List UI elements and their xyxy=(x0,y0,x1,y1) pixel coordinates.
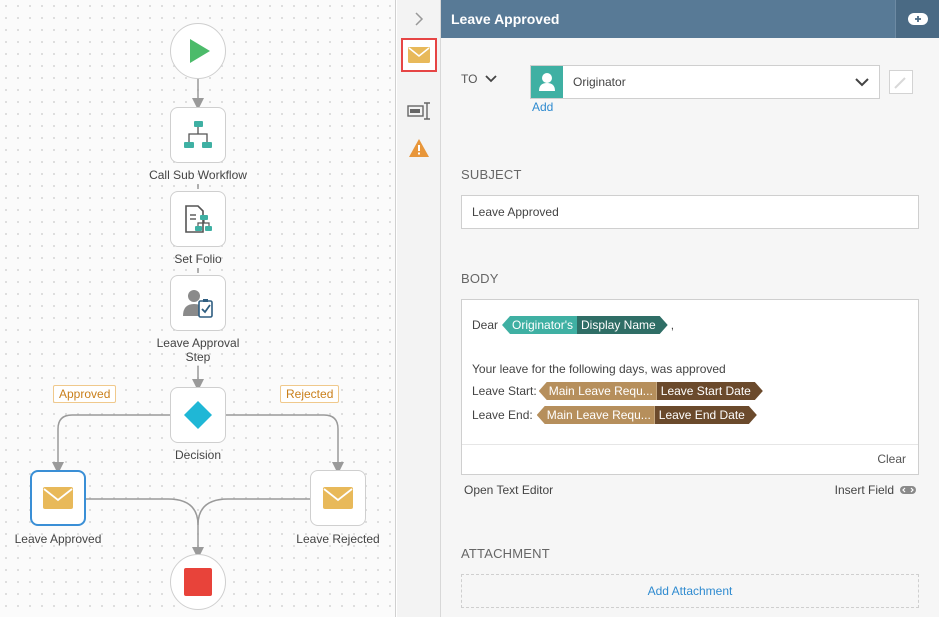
leave-approval-step-node[interactable] xyxy=(170,275,226,331)
warning-icon xyxy=(409,139,429,157)
subject-title: SUBJECT xyxy=(461,167,522,182)
to-recipient-selector[interactable]: TO xyxy=(461,72,498,86)
token-source: Originator's xyxy=(502,316,577,334)
add-circle-icon xyxy=(907,13,928,25)
chevron-down-icon xyxy=(485,75,498,83)
panel-title: Leave Approved xyxy=(451,11,560,27)
user-task-icon xyxy=(183,290,213,318)
workflow-canvas[interactable]: Call Sub Workflow Set Folio Leave Approv… xyxy=(0,0,396,617)
to-recipient-dropdown[interactable]: Originator xyxy=(530,65,880,99)
leave-approved-label: Leave Approved xyxy=(14,532,102,546)
call-sub-workflow-node[interactable] xyxy=(170,107,226,163)
approved-branch-tag: Approved xyxy=(53,385,117,403)
header-add-button[interactable] xyxy=(895,0,939,38)
leave-start-date-token[interactable]: Main Leave Requ... Leave Start Date xyxy=(538,382,763,400)
decision-label: Decision xyxy=(174,448,222,462)
leave-start-label: Leave Start: xyxy=(472,384,537,398)
to-label: TO xyxy=(461,72,478,86)
envelope-icon xyxy=(323,487,353,509)
envelope-icon xyxy=(43,487,73,509)
subject-input[interactable]: Leave Approved xyxy=(461,195,919,229)
set-folio-node[interactable] xyxy=(170,191,226,247)
body-editor[interactable]: Dear Originator's Display Name , Your le… xyxy=(461,299,919,475)
token-source: Main Leave Requ... xyxy=(536,406,655,424)
end-node[interactable] xyxy=(170,554,226,610)
chevron-right-icon xyxy=(415,12,424,26)
chevron-down-icon xyxy=(855,78,869,87)
user-avatar-icon xyxy=(531,66,563,98)
email-properties-panel: Leave Approved TO Originator Add SUBJECT… xyxy=(441,0,939,617)
open-text-editor-link[interactable]: Open Text Editor xyxy=(464,483,553,497)
originator-display-name-token[interactable]: Originator's Display Name xyxy=(502,316,668,334)
token-field: Display Name xyxy=(577,316,668,334)
leave-approved-node[interactable] xyxy=(30,470,86,526)
decision-node[interactable] xyxy=(170,387,226,443)
leave-rejected-label: Leave Rejected xyxy=(296,532,380,546)
properties-toolstrip xyxy=(397,0,441,617)
text-properties-tab[interactable] xyxy=(401,94,437,128)
token-field: Leave Start Date xyxy=(657,382,763,400)
insert-field-icon xyxy=(900,486,916,494)
set-folio-icon xyxy=(185,205,212,233)
call-sub-workflow-label: Call Sub Workflow xyxy=(149,168,247,182)
collapse-panel-button[interactable] xyxy=(401,2,437,36)
clear-body-button[interactable]: Clear xyxy=(877,452,906,466)
body-line: Your leave for the following days, was a… xyxy=(472,362,726,376)
leave-end-date-token[interactable]: Main Leave Requ... Leave End Date xyxy=(536,406,757,424)
panel-header: Leave Approved xyxy=(441,0,939,38)
add-attachment-link[interactable]: Add Attachment xyxy=(648,584,733,598)
envelope-icon xyxy=(408,47,430,63)
warnings-tab[interactable] xyxy=(401,131,437,165)
leave-approval-step-label: Leave Approval Step xyxy=(156,336,240,364)
greeting-suffix: , xyxy=(670,318,675,332)
edit-recipient-button[interactable] xyxy=(889,70,913,94)
add-attachment-dropzone[interactable]: Add Attachment xyxy=(461,574,919,608)
text-field-icon xyxy=(407,102,430,120)
add-recipient-link[interactable]: Add xyxy=(532,100,553,114)
set-folio-label: Set Folio xyxy=(174,252,222,266)
insert-field-label: Insert Field xyxy=(834,483,894,497)
rejected-branch-tag: Rejected xyxy=(280,385,340,403)
leave-end-label: Leave End: xyxy=(472,408,533,422)
body-greeting: Dear xyxy=(472,318,499,332)
insert-field-button[interactable]: Insert Field xyxy=(835,483,917,497)
email-settings-tab[interactable] xyxy=(401,38,437,72)
to-recipient-value: Originator xyxy=(573,75,626,89)
pencil-icon xyxy=(894,77,906,89)
sub-workflow-icon xyxy=(184,121,212,148)
token-source: Main Leave Requ... xyxy=(538,382,657,400)
start-node[interactable] xyxy=(170,23,226,79)
token-field: Leave End Date xyxy=(655,406,757,424)
play-icon xyxy=(190,39,210,63)
stop-icon xyxy=(184,568,212,596)
attachment-title: ATTACHMENT xyxy=(461,546,550,561)
decision-diamond-icon xyxy=(184,401,212,429)
body-title: BODY xyxy=(461,271,499,286)
leave-rejected-node[interactable] xyxy=(310,470,366,526)
